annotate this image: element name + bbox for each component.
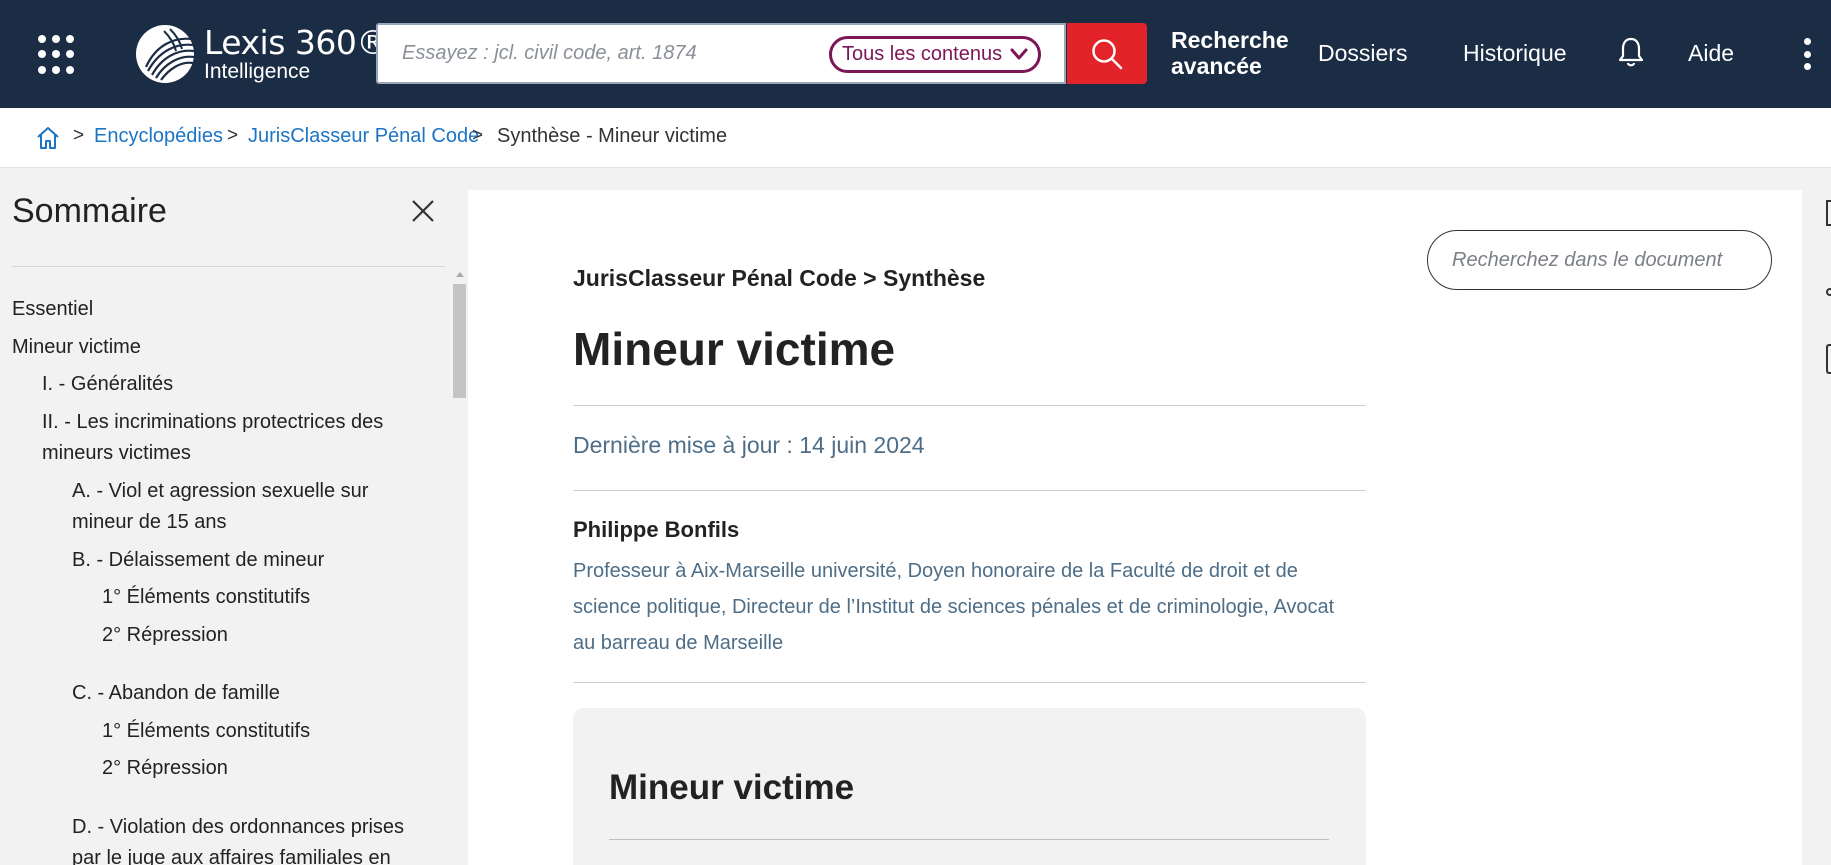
summary-card: Mineur victime: [573, 708, 1366, 865]
toc-item-delaissement[interactable]: B. - Délaissement de mineur: [72, 545, 324, 576]
author-description-line: science politique, Directeur de l’Instit…: [573, 596, 1335, 618]
breadcrumb-jurisclasseur[interactable]: JurisClasseur Pénal Code: [248, 125, 479, 148]
search-button[interactable]: [1067, 23, 1147, 84]
summary-title: Mineur victime: [609, 768, 855, 807]
chevron-down-icon: [1010, 48, 1028, 60]
nav-advanced-search-line2: avancée: [1171, 53, 1262, 79]
breadcrumb-encyclopedies[interactable]: Encyclopédies: [94, 125, 223, 148]
toc-item-incriminations-cont[interactable]: mineurs victimes: [42, 438, 191, 469]
nav-historique[interactable]: Historique: [1463, 40, 1567, 67]
brand-subtitle: Intelligence: [204, 60, 311, 83]
breadcrumb-separator: >: [472, 125, 484, 146]
divider: [573, 405, 1366, 406]
toc-item-repression[interactable]: 2° Répression: [102, 753, 228, 784]
side-tool-icon[interactable]: [1826, 344, 1831, 374]
document-search-input[interactable]: [1427, 230, 1772, 290]
nav-aide[interactable]: Aide: [1688, 40, 1734, 67]
top-bar: Lexis 360® Intelligence Tous les contenu…: [0, 0, 1831, 108]
toc-divider: [12, 266, 445, 267]
author-description: Professeur à Aix-Marseille université, D…: [573, 553, 1373, 661]
author-description-line: Professeur à Aix-Marseille université, D…: [573, 560, 1298, 582]
toc-scrollbar[interactable]: [452, 272, 467, 865]
toc-item-generalites[interactable]: I. - Généralités: [42, 369, 173, 400]
divider: [573, 490, 1366, 491]
toc-item-elements-constitutifs[interactable]: 1° Éléments constitutifs: [102, 582, 310, 613]
side-tool-icon[interactable]: [1826, 200, 1831, 226]
breadcrumb-current-page: Synthèse - Mineur victime: [497, 125, 728, 147]
toc-item-elements-constitutifs[interactable]: 1° Éléments constitutifs: [102, 716, 310, 747]
summary-divider: [609, 839, 1329, 840]
scope-dropdown[interactable]: Tous les contenus: [829, 36, 1041, 73]
nav-advanced-search-line1: Recherche: [1171, 27, 1289, 53]
global-search-box: Tous les contenus: [376, 23, 1066, 84]
last-updated-date: Dernière mise à jour : 14 juin 2024: [573, 432, 925, 458]
divider: [573, 682, 1366, 683]
toc-item-violation-ordonnances[interactable]: D. - Violation des ordonnances prises: [72, 812, 404, 843]
toc-title: Sommaire: [12, 192, 167, 230]
nav-dossiers[interactable]: Dossiers: [1318, 40, 1407, 67]
toc-item-mineur-victime[interactable]: Mineur victime: [12, 332, 141, 363]
close-icon[interactable]: [410, 198, 436, 224]
side-tool-icon[interactable]: [1826, 288, 1831, 296]
author-name: Philippe Bonfils: [573, 517, 740, 542]
toc-scrollbar-thumb[interactable]: [453, 284, 466, 398]
apps-grid-icon[interactable]: [38, 35, 78, 75]
toc-item-viol-agression-cont[interactable]: mineur de 15 ans: [72, 507, 227, 538]
brand-name: Lexis 360®: [204, 23, 389, 62]
toc-item-violation-ordonnances-cont[interactable]: par le juge aux affaires familiales en: [72, 843, 391, 865]
scope-dropdown-label: Tous les contenus: [842, 43, 1003, 65]
brand-logo[interactable]: Lexis 360® Intelligence: [134, 22, 389, 86]
kebab-menu-icon[interactable]: [1804, 38, 1812, 70]
toc-item-repression[interactable]: 2° Répression: [102, 620, 228, 651]
document-source: JurisClasseur Pénal Code > Synthèse: [573, 265, 986, 291]
global-search-input[interactable]: [402, 25, 822, 82]
scroll-up-arrow-icon[interactable]: [456, 272, 464, 277]
nav-advanced-search[interactable]: Recherche avancée: [1171, 27, 1301, 79]
toc-item-essentiel[interactable]: Essentiel: [12, 294, 93, 325]
bell-icon[interactable]: [1617, 36, 1645, 68]
breadcrumb: > Encyclopédies > JurisClasseur Pénal Co…: [0, 108, 1831, 168]
home-icon[interactable]: [36, 126, 60, 150]
toc-item-incriminations[interactable]: II. - Les incriminations protectrices de…: [42, 407, 383, 438]
toc-item-abandon-famille[interactable]: C. - Abandon de famille: [72, 678, 280, 709]
toc-item-viol-agression[interactable]: A. - Viol et agression sexuelle sur: [72, 476, 368, 507]
breadcrumb-separator: >: [73, 125, 85, 146]
table-of-contents-panel: Sommaire Essentiel Mineur victime I. - G…: [0, 168, 468, 865]
author-description-line: au barreau de Marseille: [573, 632, 784, 654]
breadcrumb-separator: >: [227, 125, 239, 146]
search-icon: [1092, 38, 1123, 69]
document-title: Mineur victime: [573, 323, 896, 375]
lexis-logo-icon: [136, 25, 195, 83]
